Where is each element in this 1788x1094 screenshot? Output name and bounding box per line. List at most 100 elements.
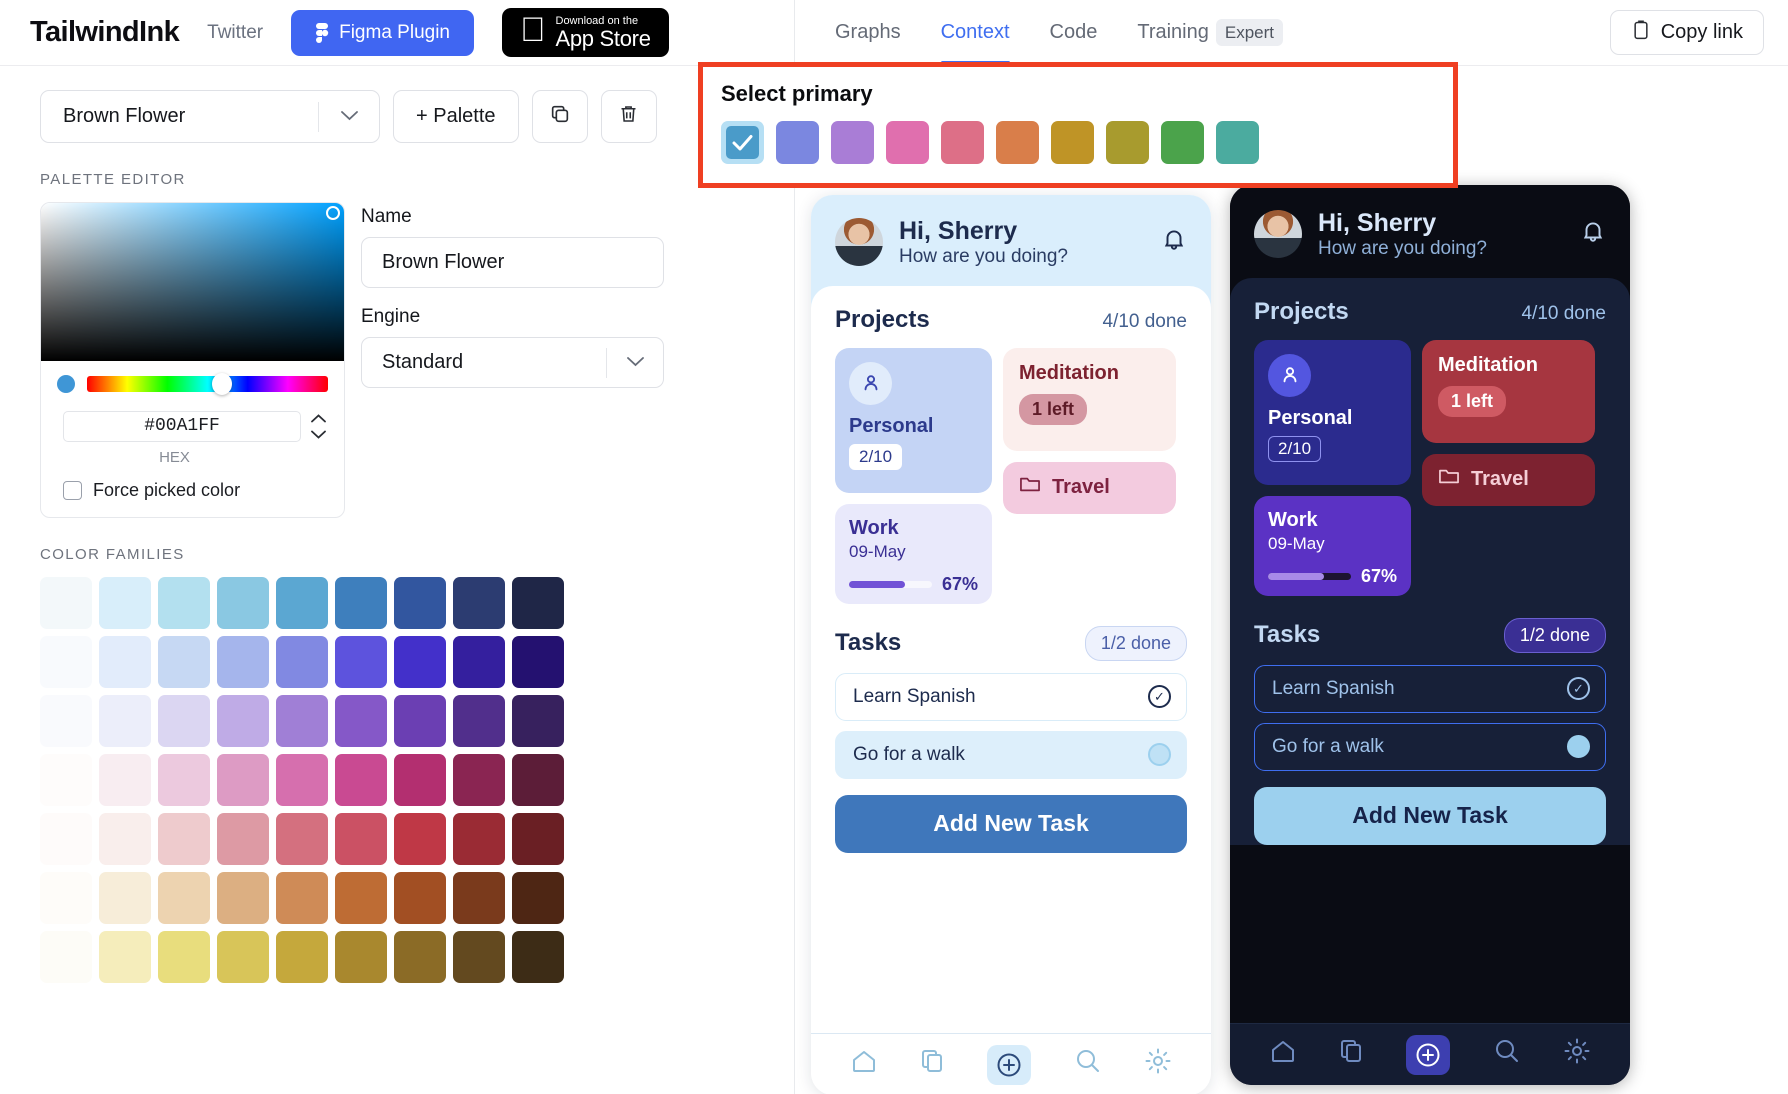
color-swatch[interactable]: [335, 872, 387, 924]
color-swatch[interactable]: [335, 754, 387, 806]
nav-gear-icon[interactable]: [1145, 1048, 1171, 1081]
color-swatch[interactable]: [217, 931, 269, 983]
twitter-link[interactable]: Twitter: [207, 22, 263, 44]
color-swatch[interactable]: [453, 813, 505, 865]
project-card-travel[interactable]: Travel: [1422, 453, 1595, 506]
color-swatch[interactable]: [453, 754, 505, 806]
add-new-task-button[interactable]: Add New Task: [1254, 786, 1606, 845]
color-swatch[interactable]: [335, 577, 387, 629]
color-swatch[interactable]: [394, 931, 446, 983]
color-swatch[interactable]: [158, 577, 210, 629]
task-item[interactable]: Learn Spanish ✓: [1254, 664, 1606, 713]
color-swatch[interactable]: [276, 872, 328, 924]
color-swatch[interactable]: [276, 754, 328, 806]
color-swatch[interactable]: [394, 754, 446, 806]
color-swatch[interactable]: [276, 695, 328, 747]
color-swatch[interactable]: [217, 813, 269, 865]
color-swatch[interactable]: [512, 931, 564, 983]
nav-home-icon[interactable]: [851, 1049, 877, 1080]
app-store-button[interactable]:  Download on the App Store: [502, 7, 669, 58]
nav-gear-icon[interactable]: [1564, 1038, 1590, 1071]
color-swatch[interactable]: [99, 695, 151, 747]
force-picked-color-row[interactable]: Force picked color: [41, 466, 344, 517]
color-swatch[interactable]: [158, 931, 210, 983]
project-card-meditation[interactable]: Meditation 1 left: [1003, 347, 1176, 451]
duplicate-palette-button[interactable]: [531, 90, 588, 143]
nav-plus-circle-icon[interactable]: [1406, 1034, 1450, 1075]
color-swatch[interactable]: [217, 636, 269, 688]
color-swatch[interactable]: [217, 872, 269, 924]
color-swatch[interactable]: [40, 931, 92, 983]
primary-swatch[interactable]: [886, 121, 929, 164]
color-swatch[interactable]: [453, 872, 505, 924]
project-card-travel[interactable]: Travel: [1003, 461, 1176, 514]
color-swatch[interactable]: [158, 872, 210, 924]
primary-swatch[interactable]: [831, 121, 874, 164]
task-item[interactable]: Go for a walk: [835, 730, 1187, 779]
color-swatch[interactable]: [40, 813, 92, 865]
color-swatch[interactable]: [217, 577, 269, 629]
tab-training[interactable]: Training Expert: [1121, 1, 1299, 64]
color-swatch[interactable]: [512, 754, 564, 806]
color-swatch[interactable]: [40, 695, 92, 747]
color-swatch[interactable]: [40, 636, 92, 688]
color-swatch[interactable]: [394, 872, 446, 924]
chevron-down-icon[interactable]: [319, 108, 379, 126]
color-swatch[interactable]: [217, 695, 269, 747]
engine-select[interactable]: Standard: [361, 337, 664, 388]
task-check-icon[interactable]: ✓: [1567, 677, 1590, 701]
chevron-down-icon[interactable]: [607, 354, 663, 372]
add-palette-button[interactable]: + Palette: [393, 90, 519, 143]
nav-search-icon[interactable]: [1494, 1038, 1520, 1071]
tab-graphs[interactable]: Graphs: [819, 1, 917, 64]
tab-code[interactable]: Code: [1034, 1, 1114, 64]
color-swatch[interactable]: [99, 754, 151, 806]
hex-input[interactable]: #00A1FF: [63, 411, 301, 442]
color-swatch[interactable]: [158, 754, 210, 806]
task-check-icon[interactable]: ✓: [1148, 685, 1171, 709]
chevron-up-icon[interactable]: [311, 412, 326, 425]
color-swatch[interactable]: [40, 577, 92, 629]
color-swatch[interactable]: [276, 636, 328, 688]
hue-slider[interactable]: [87, 373, 328, 395]
color-swatch[interactable]: [512, 872, 564, 924]
hue-slider-handle[interactable]: [212, 373, 233, 395]
task-item[interactable]: Learn Spanish ✓: [835, 672, 1187, 721]
color-swatch[interactable]: [276, 931, 328, 983]
bell-icon[interactable]: [1580, 218, 1606, 251]
color-swatch[interactable]: [335, 813, 387, 865]
nav-search-icon[interactable]: [1075, 1048, 1101, 1081]
color-swatch[interactable]: [335, 695, 387, 747]
color-swatch[interactable]: [335, 636, 387, 688]
palette-select[interactable]: Brown Flower: [40, 90, 380, 143]
figma-plugin-button[interactable]: Figma Plugin: [291, 9, 474, 56]
force-picked-color-checkbox[interactable]: [63, 481, 82, 500]
chevron-down-icon[interactable]: [311, 428, 326, 441]
primary-swatch[interactable]: [1106, 121, 1149, 164]
color-swatch[interactable]: [453, 695, 505, 747]
saturation-value-area[interactable]: [41, 203, 344, 361]
color-swatch[interactable]: [453, 577, 505, 629]
color-swatch[interactable]: [394, 695, 446, 747]
task-radio-icon[interactable]: [1148, 743, 1171, 767]
primary-swatch[interactable]: [1161, 121, 1204, 164]
primary-swatch[interactable]: [1051, 121, 1094, 164]
tab-context[interactable]: Context: [925, 1, 1026, 64]
project-card-personal[interactable]: Personal 2/10: [1254, 339, 1411, 485]
project-card-personal[interactable]: Personal 2/10: [835, 347, 992, 493]
color-swatch[interactable]: [453, 636, 505, 688]
add-new-task-button[interactable]: Add New Task: [835, 794, 1187, 853]
color-swatch[interactable]: [40, 872, 92, 924]
copy-link-button[interactable]: Copy link: [1609, 10, 1764, 55]
task-item[interactable]: Go for a walk: [1254, 722, 1606, 771]
color-swatch[interactable]: [40, 754, 92, 806]
color-swatch[interactable]: [99, 636, 151, 688]
project-card-work[interactable]: Work 09-May 67%: [835, 503, 992, 604]
color-swatch[interactable]: [158, 813, 210, 865]
primary-swatch[interactable]: [941, 121, 984, 164]
color-swatch[interactable]: [276, 577, 328, 629]
color-swatch[interactable]: [158, 636, 210, 688]
nav-copy-icon[interactable]: [1340, 1039, 1362, 1070]
color-swatch[interactable]: [512, 695, 564, 747]
nav-copy-icon[interactable]: [921, 1049, 943, 1080]
